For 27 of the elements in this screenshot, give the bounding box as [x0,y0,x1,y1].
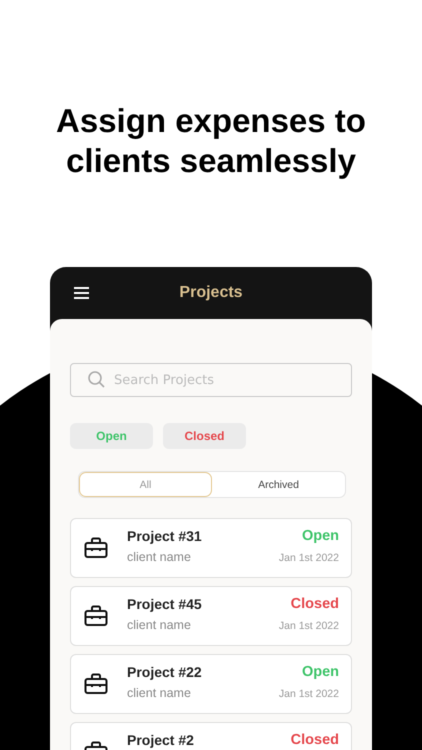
briefcase-icon [84,605,108,627]
client-name: client name [127,550,192,564]
project-name: Project #22 [127,664,203,680]
menu-icon[interactable] [74,287,89,299]
status-label: Open [302,528,339,544]
project-card[interactable]: Project #45 client name Closed Jan 1st 2022 [70,586,352,646]
client-name: client name [127,686,192,700]
headline: Assign expenses to clients seamlessly [55,101,367,181]
search-field[interactable]: Search Projects [70,363,352,397]
project-card[interactable]: Project #31 client name Open Jan 1st 2022 [70,518,352,578]
client-name: client name [127,618,192,632]
status-label: Closed [290,732,339,748]
status-label: Closed [290,596,339,612]
project-card[interactable]: Project #2 Closed [70,722,352,750]
status-label: Open [302,664,339,680]
briefcase-icon [84,537,108,559]
project-date: Jan 1st 2022 [278,688,339,700]
project-date: Jan 1st 2022 [278,552,339,564]
project-name: Project #45 [127,596,203,612]
segment-tab[interactable]: Archived [212,472,345,497]
search-icon [88,371,105,388]
project-card[interactable]: Project #22 client name Open Jan 1st 2022 [70,654,352,714]
project-name: Project #2 [127,732,195,748]
project-name: Project #31 [127,528,203,544]
project-date: Jan 1st 2022 [278,620,339,632]
briefcase-icon [84,673,108,695]
screen-title: Projects [179,284,243,302]
